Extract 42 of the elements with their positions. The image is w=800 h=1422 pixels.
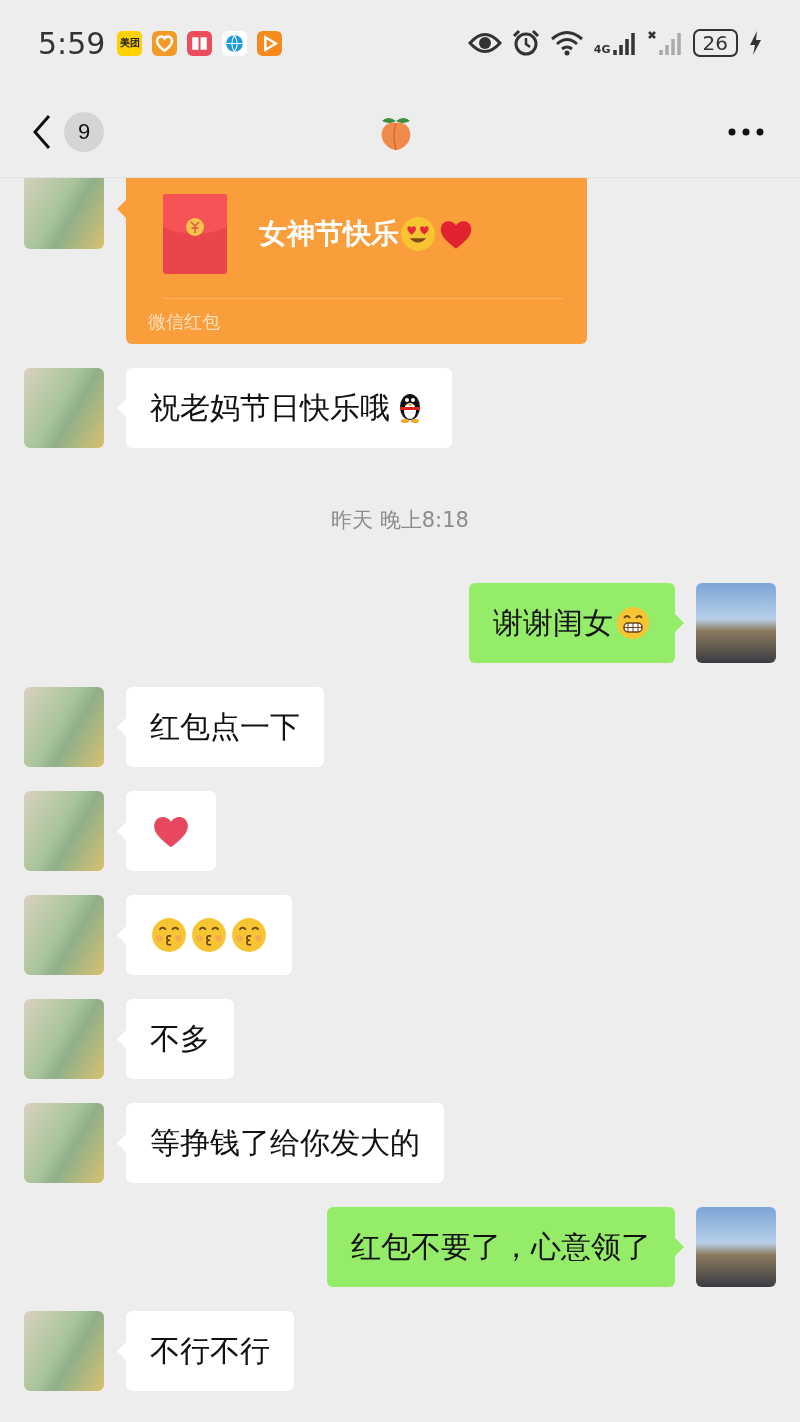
back-icon bbox=[32, 113, 52, 150]
alarm-icon bbox=[511, 29, 540, 57]
network-type: 4G bbox=[593, 43, 611, 56]
envelope-icon bbox=[163, 194, 227, 274]
signal-icon bbox=[612, 30, 637, 56]
message-bubble[interactable]: 红包点一下 bbox=[126, 687, 324, 767]
kissing-face-icon bbox=[190, 916, 228, 954]
message-bubble[interactable]: 红包不要了，心意领了 bbox=[327, 1207, 675, 1287]
message-bubble[interactable] bbox=[126, 895, 292, 975]
avatar-photo[interactable] bbox=[696, 1207, 776, 1287]
app-notification-icon: 美团 bbox=[117, 30, 143, 56]
message-bubble[interactable]: 祝老妈节日快乐哦 bbox=[126, 368, 452, 448]
packet-label: 微信红包 bbox=[148, 310, 220, 334]
kissing-face-icon bbox=[150, 916, 188, 954]
message-bubble[interactable]: 不多 bbox=[126, 999, 234, 1079]
message-bubble[interactable] bbox=[126, 791, 216, 871]
app-notification-icon bbox=[187, 30, 213, 56]
more-button[interactable] bbox=[728, 127, 764, 136]
app-notification-icon bbox=[152, 30, 178, 56]
status-time: 5:59 bbox=[38, 25, 106, 61]
message-bubble[interactable]: 等挣钱了给你发大的 bbox=[126, 1103, 444, 1183]
wifi-icon bbox=[549, 30, 584, 56]
bubble-tail bbox=[675, 1238, 684, 1256]
timestamp: 昨天 晚上8:18 bbox=[331, 507, 469, 534]
battery-level: 26 bbox=[692, 29, 738, 57]
charging-icon bbox=[748, 30, 762, 56]
message-bubble[interactable]: 谢谢闺女 bbox=[469, 583, 675, 663]
bubble-tail bbox=[675, 614, 684, 632]
more-icon bbox=[728, 127, 764, 136]
avatar-photo[interactable] bbox=[696, 583, 776, 663]
packet-title: 女神节快乐 bbox=[259, 216, 399, 252]
bubble-tail bbox=[117, 200, 126, 218]
back-button[interactable]: 9 bbox=[32, 111, 104, 152]
eye-icon bbox=[467, 32, 502, 54]
app-notification-icon bbox=[257, 30, 283, 56]
unread-count: 9 bbox=[64, 111, 104, 152]
message-bubble[interactable]: 不行不行 bbox=[126, 1311, 294, 1391]
heart-eyes-emoji-icon bbox=[399, 215, 437, 253]
kissing-face-icon bbox=[230, 916, 268, 954]
grinning-face-icon bbox=[615, 605, 651, 641]
app-notification-icon bbox=[222, 30, 248, 56]
no-signal-icon bbox=[646, 30, 683, 56]
